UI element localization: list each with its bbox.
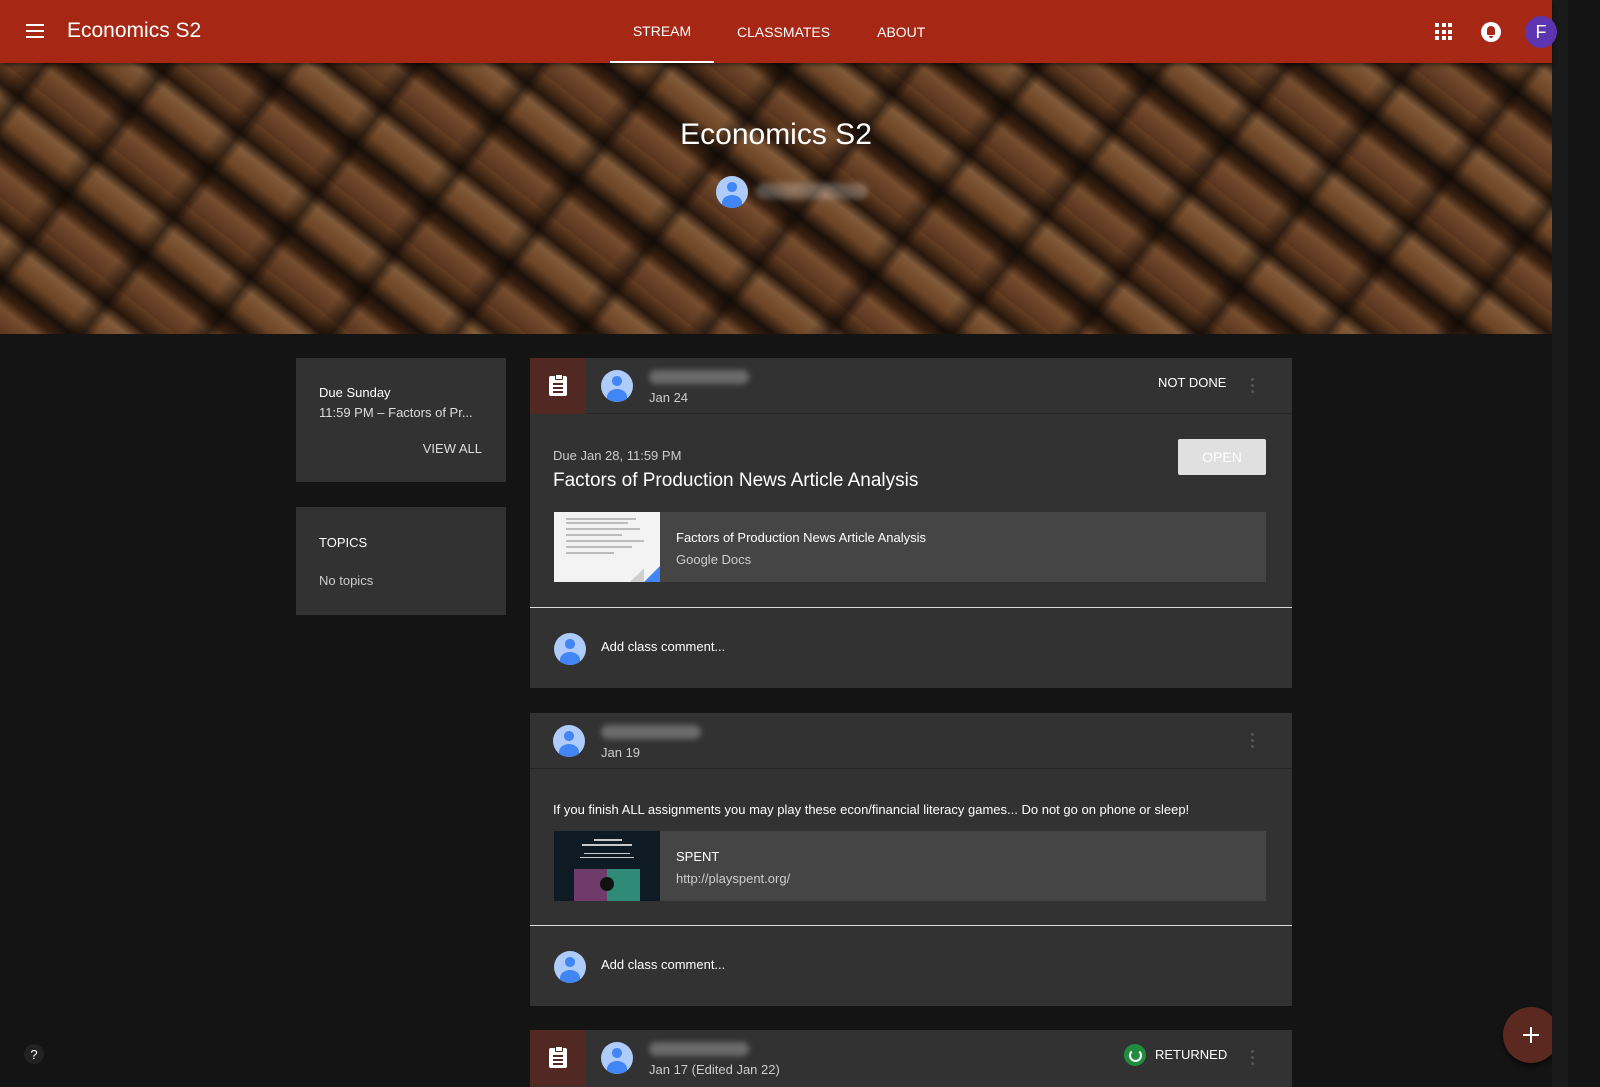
post-date: Jan 19: [601, 745, 641, 760]
banner-class-title: Economics S2: [680, 118, 872, 151]
tab-about[interactable]: ABOUT: [877, 0, 925, 63]
doc-thumbnail: [554, 512, 660, 582]
class-banner: Economics S2: [0, 63, 1552, 334]
class-comment-row[interactable]: Add class comment...: [530, 607, 1292, 686]
stream-post-assignment: Jan 17 (Edited Jan 22) RETURNED: [530, 1030, 1292, 1087]
post-date: Jan 17 (Edited Jan 22): [649, 1062, 780, 1077]
assignment-icon-box: [530, 1030, 586, 1086]
scrollbar[interactable]: [1552, 0, 1568, 1087]
post-date: Jan 24: [649, 390, 689, 405]
teacher-avatar: [716, 176, 748, 208]
post-header: Jan 24 NOT DONE: [530, 358, 1292, 414]
add-class-comment-input[interactable]: Add class comment...: [601, 639, 725, 654]
assignment-icon-box: [530, 358, 586, 414]
stream-post-announcement: Jan 19 If you finish ALL assignments you…: [530, 713, 1292, 1006]
tab-stream[interactable]: STREAM: [610, 0, 714, 63]
topics-card: TOPICS No topics: [296, 507, 506, 615]
assignment-icon: [549, 374, 567, 396]
help-icon[interactable]: ?: [24, 1044, 44, 1064]
stream-post-assignment: Jan 24 NOT DONE Due Jan 28, 11:59 PM Fac…: [530, 358, 1292, 688]
status-badge: NOT DONE: [1158, 375, 1227, 390]
menu-icon[interactable]: [20, 16, 50, 46]
teacher-name-redacted: [756, 183, 868, 199]
author-avatar: [553, 725, 585, 757]
author-avatar: [601, 1042, 633, 1074]
tab-classmates[interactable]: CLASSMATES: [737, 0, 830, 63]
author-name-redacted: [601, 725, 701, 739]
apps-grid-icon[interactable]: [1435, 23, 1452, 40]
add-fab-button[interactable]: [1503, 1007, 1559, 1063]
author-name-redacted: [649, 370, 749, 384]
more-options-icon[interactable]: [1251, 378, 1255, 396]
attachment-link[interactable]: SPENT http://playspent.org/: [554, 831, 1266, 901]
class-tabs: STREAM CLASSMATES ABOUT: [610, 0, 925, 63]
topics-empty-text: No topics: [319, 573, 374, 588]
add-class-comment-input[interactable]: Add class comment...: [601, 957, 725, 972]
comment-avatar: [554, 633, 586, 665]
link-thumbnail: [554, 831, 660, 901]
comment-avatar: [554, 951, 586, 983]
post-due-date: Due Jan 28, 11:59 PM: [553, 448, 682, 463]
upcoming-due-title: Due Sunday: [319, 385, 391, 400]
attachment-type: Google Docs: [676, 552, 752, 567]
status-badge: RETURNED: [1155, 1047, 1228, 1062]
attachment-title: SPENT: [676, 849, 720, 864]
account-avatar[interactable]: F: [1525, 16, 1557, 48]
upcoming-due-item[interactable]: 11:59 PM – Factors of Pr...: [319, 405, 473, 420]
post-title[interactable]: Factors of Production News Article Analy…: [553, 470, 918, 492]
notifications-icon[interactable]: [1481, 22, 1501, 42]
attachment-url: http://playspent.org/: [676, 871, 791, 886]
class-comment-row[interactable]: Add class comment...: [530, 925, 1292, 1004]
announcement-text: If you finish ALL assignments you may pl…: [553, 802, 1190, 817]
more-options-icon[interactable]: [1251, 733, 1255, 751]
app-title[interactable]: Economics S2: [67, 19, 201, 43]
app-bar: Economics S2 STREAM CLASSMATES ABOUT F: [0, 0, 1557, 63]
open-button[interactable]: OPEN: [1178, 439, 1266, 475]
returned-icon: [1124, 1044, 1146, 1066]
view-all-button[interactable]: VIEW ALL: [423, 441, 482, 456]
attachment-google-doc[interactable]: Factors of Production News Article Analy…: [554, 512, 1266, 582]
author-name-redacted: [649, 1042, 749, 1056]
post-header: Jan 19: [530, 713, 1292, 769]
upcoming-card: Due Sunday 11:59 PM – Factors of Pr... V…: [296, 358, 506, 482]
topics-title: TOPICS: [319, 535, 368, 550]
more-options-icon[interactable]: [1251, 1050, 1255, 1068]
google-docs-icon: [644, 566, 660, 582]
author-avatar: [601, 370, 633, 402]
attachment-title: Factors of Production News Article Analy…: [676, 530, 926, 545]
assignment-icon: [549, 1046, 567, 1068]
post-header: Jan 17 (Edited Jan 22) RETURNED: [530, 1030, 1292, 1086]
